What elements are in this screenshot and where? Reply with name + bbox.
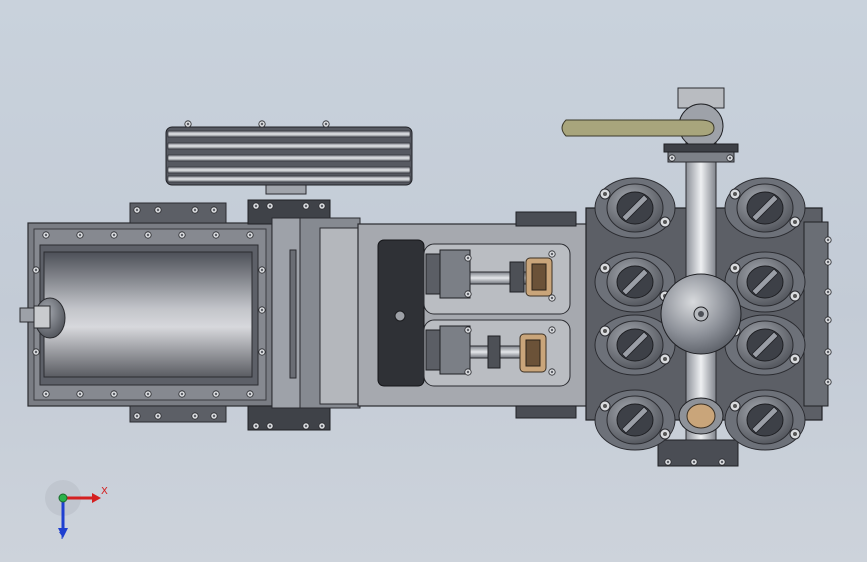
drive-pulley [165, 120, 413, 195]
triad-y-label: Y [59, 531, 66, 542]
coordinate-triad [45, 480, 101, 538]
triad-x-label: X [101, 486, 108, 497]
drain-fitting [19, 297, 66, 339]
tank-housing [19, 222, 273, 407]
valve-handle [561, 87, 739, 153]
cad-viewport[interactable] [0, 0, 867, 562]
crosshead-housing [357, 211, 589, 419]
